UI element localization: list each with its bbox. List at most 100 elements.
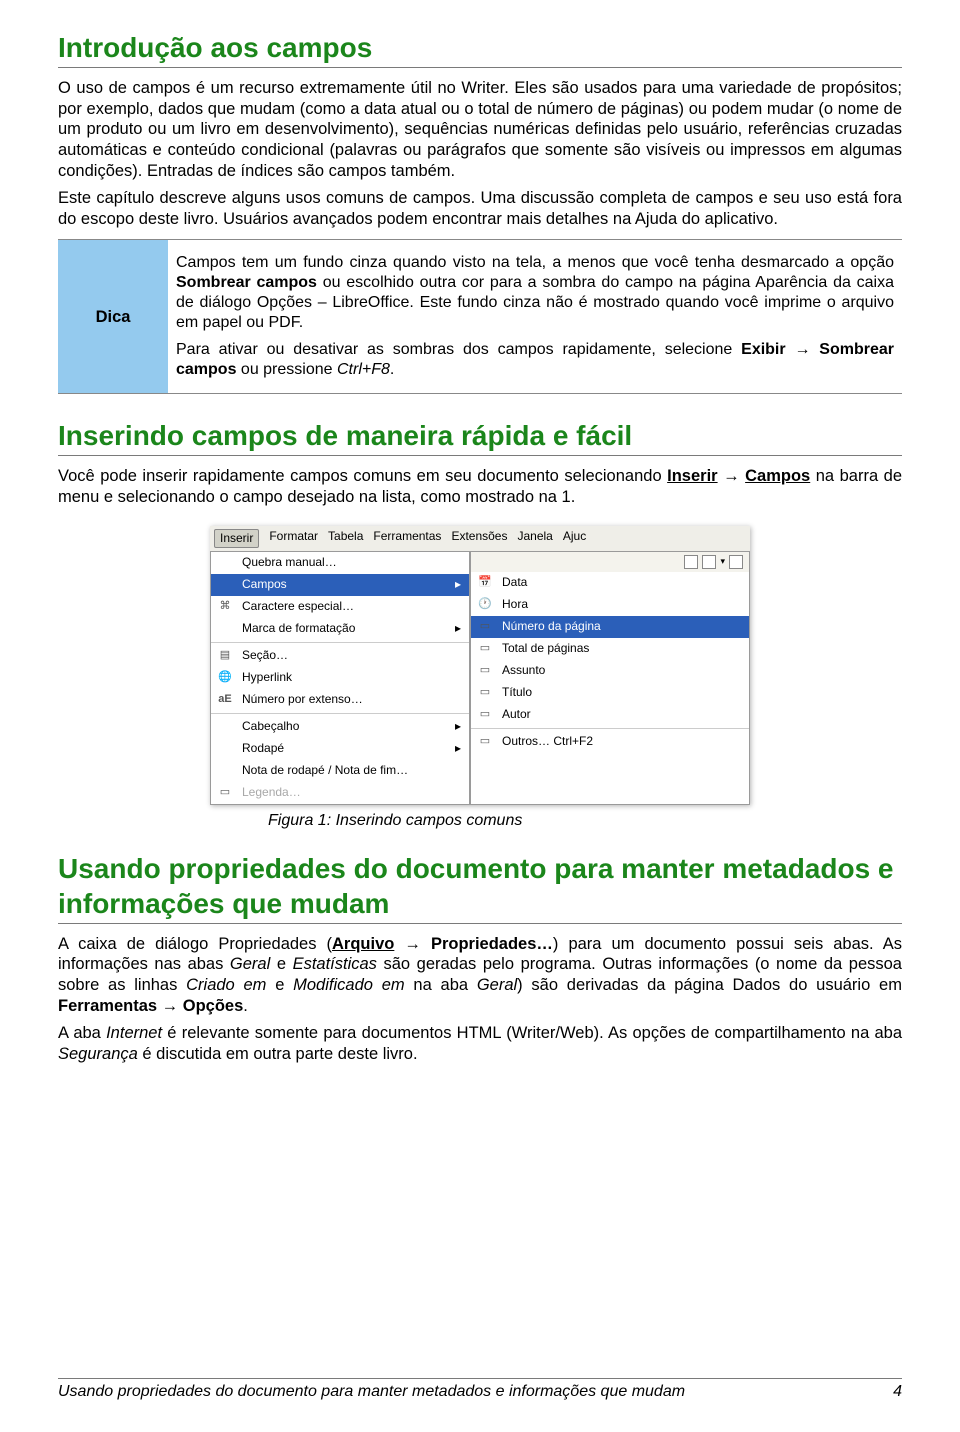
tip-label: Dica [58, 240, 168, 394]
menu-inserir: Inserir [667, 467, 717, 485]
fields-icon: ▭ [474, 734, 496, 750]
label: Autor [502, 707, 531, 722]
heading-intro: Introdução aos campos [58, 30, 902, 68]
menubar-ferramentas[interactable]: Ferramentas [373, 529, 441, 548]
submenu-data[interactable]: 📅 Data [471, 572, 749, 594]
caption-icon: ▭ [214, 785, 236, 801]
menu-numero-extenso[interactable]: aE Número por extenso… [211, 689, 469, 711]
calendar-icon: 📅 [474, 575, 496, 591]
menu-quebra[interactable]: Quebra manual… [211, 552, 469, 574]
menu-propriedades: Propriedades… [431, 935, 553, 953]
menu-campos-item[interactable]: Campos ▸ [211, 574, 469, 596]
menubar-ajuda[interactable]: Ajuc [563, 529, 586, 548]
label: Data [502, 575, 527, 590]
text-icon: aE [214, 692, 236, 708]
section-icon: ▤ [214, 648, 236, 664]
menu-legenda: ▭ Legenda… [211, 782, 469, 804]
submenu-campos: ▾ 📅Data 🕐Hora ▭Número da página ▭Total d… [470, 551, 750, 805]
subject-icon: ▭ [474, 663, 496, 679]
tab-geral: Geral [230, 955, 270, 973]
submenu-numero-pagina[interactable]: ▭Número da página [471, 616, 749, 638]
tab-internet: Internet [106, 1024, 162, 1042]
menu-campos: Campos [745, 467, 810, 485]
text: A caixa de diálogo Propriedades ( [58, 935, 332, 953]
label: Número da página [502, 619, 601, 634]
label: Marca de formatação [242, 621, 355, 636]
text: → [157, 997, 183, 1015]
heading-props: Usando propriedades do documento para ma… [58, 851, 902, 924]
paragraph-intro-2: Este capítulo descreve alguns usos comun… [58, 188, 902, 229]
pages-icon: ▭ [474, 641, 496, 657]
menubar-tabela[interactable]: Tabela [328, 529, 363, 548]
globe-icon: 🌐 [214, 670, 236, 686]
heading-insert: Inserindo campos de maneira rápida e fác… [58, 418, 902, 456]
text: é discutida em outra parte deste livro. [138, 1045, 418, 1063]
tip-shortcut: Ctrl+F8 [337, 361, 390, 378]
label: Título [502, 685, 532, 700]
menubar-extensoes[interactable]: Extensões [451, 529, 507, 548]
submenu-total-paginas[interactable]: ▭Total de páginas [471, 638, 749, 660]
tip-bold: Sombrear campos [176, 274, 317, 291]
menubar-inserir[interactable]: Inserir [214, 529, 259, 548]
text: ) são derivadas da página Dados do usuár… [517, 976, 902, 994]
text: A aba [58, 1024, 106, 1042]
label: Quebra manual… [242, 555, 337, 570]
toolbar-icon[interactable] [702, 555, 716, 569]
figure-caption: Figura 1: Inserindo campos comuns [268, 811, 902, 831]
figure-menu: Inserir Formatar Tabela Ferramentas Exte… [58, 526, 902, 805]
label: Assunto [502, 663, 545, 678]
menu-secao[interactable]: ▤ Seção… [211, 645, 469, 667]
menu-nota[interactable]: Nota de rodapé / Nota de fim… [211, 760, 469, 782]
label: Legenda… [242, 785, 301, 800]
title-icon: ▭ [474, 685, 496, 701]
text: → [394, 935, 431, 953]
keyboard-icon: ⌘ [214, 599, 236, 615]
chevron-right-icon: ▸ [455, 719, 461, 734]
chevron-right-icon: ▸ [455, 577, 461, 592]
label: Outros… Ctrl+F2 [502, 734, 593, 749]
text: e [270, 955, 292, 973]
tab-estatisticas: Estatísticas [293, 955, 377, 973]
page-footer: Usando propriedades do documento para ma… [58, 1378, 902, 1402]
label: Rodapé [242, 741, 284, 756]
text: Você pode inserir rapidamente campos com… [58, 467, 667, 485]
tip-box: Dica Campos tem um fundo cinza quando vi… [58, 239, 902, 394]
tip-text: Para ativar ou desativar as sombras dos … [176, 341, 741, 358]
label: Hora [502, 597, 528, 612]
submenu-titulo[interactable]: ▭ Título [471, 682, 749, 704]
label: Hyperlink [242, 670, 292, 685]
text: na aba [405, 976, 477, 994]
label: Caractere especial… [242, 599, 354, 614]
menu-hyperlink[interactable]: 🌐 Hyperlink [211, 667, 469, 689]
menubar-formatar[interactable]: Formatar [269, 529, 318, 548]
menu-opcoes: Opções [183, 997, 244, 1015]
label: Seção… [242, 648, 288, 663]
toolbar-icon[interactable] [729, 555, 743, 569]
tab-seguranca: Segurança [58, 1045, 138, 1063]
tip-body: Campos tem um fundo cinza quando visto n… [168, 240, 902, 394]
page-number: 4 [893, 1382, 902, 1402]
paragraph-intro-1: O uso de campos é um recurso extremament… [58, 78, 902, 181]
submenu-outros[interactable]: ▭ Outros… Ctrl+F2 [471, 731, 749, 753]
menu-rodape[interactable]: Rodapé ▸ [211, 738, 469, 760]
label: Campos [242, 577, 287, 592]
label: Cabeçalho [242, 719, 299, 734]
submenu-hora[interactable]: 🕐Hora [471, 594, 749, 616]
label: Número por extenso… [242, 692, 363, 707]
paragraph-insert: Você pode inserir rapidamente campos com… [58, 466, 902, 507]
submenu-autor[interactable]: ▭Autor [471, 704, 749, 726]
submenu-assunto[interactable]: ▭ Assunto [471, 660, 749, 682]
menu-marca[interactable]: Marca de formatação▸ [211, 618, 469, 640]
text: é relevante somente para documentos HTML… [162, 1024, 902, 1042]
menu-ferramentas: Ferramentas [58, 997, 157, 1015]
field-criado: Criado em [186, 976, 266, 994]
dropdown-icon[interactable]: ▾ [720, 556, 725, 567]
toolbar-icon[interactable] [684, 555, 698, 569]
text: . [243, 997, 248, 1015]
footer-text: Usando propriedades do documento para ma… [58, 1382, 685, 1402]
menubar-janela[interactable]: Janela [517, 529, 552, 548]
chevron-right-icon: ▸ [455, 741, 461, 756]
menu-caractere[interactable]: ⌘ Caractere especial… [211, 596, 469, 618]
tip-text: Campos tem um fundo cinza quando visto n… [176, 254, 894, 271]
menu-cabecalho[interactable]: Cabeçalho ▸ [211, 716, 469, 738]
